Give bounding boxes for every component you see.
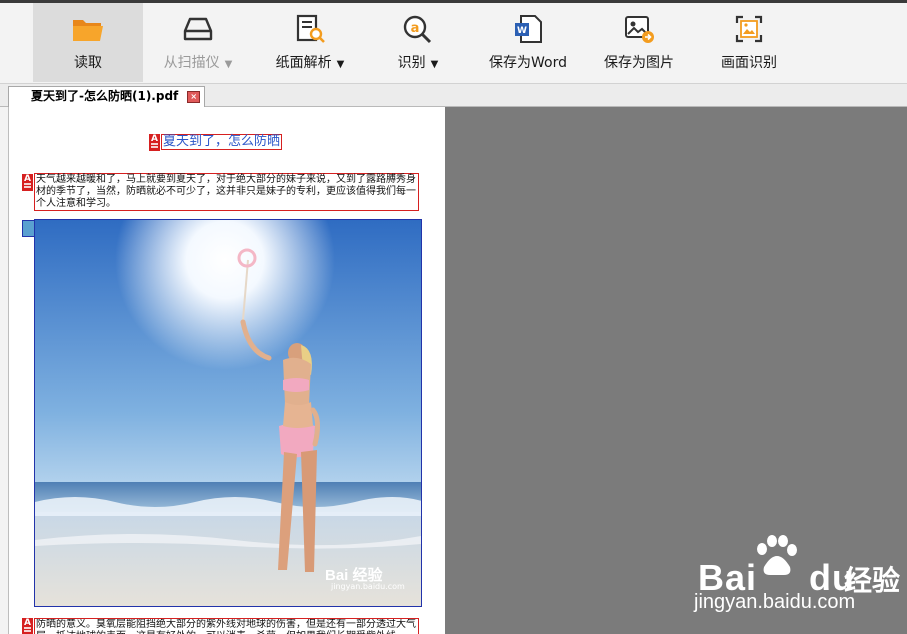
recognize-button[interactable]: a 识别 ▼: [383, 3, 453, 82]
document-search-icon: [293, 14, 327, 44]
text-block-marker-icon: A: [22, 174, 33, 191]
screen-recognize-button[interactable]: 画面识别: [712, 3, 786, 82]
paragraph-1[interactable]: 天气越来越暖和了，马上就要到夏天了，对于绝大部分的妹子来说，又到了露路膊秀身材的…: [34, 173, 419, 211]
svg-text:W: W: [517, 26, 527, 36]
document-tab[interactable]: 夏天到了-怎么防晒(1).pdf ×: [8, 86, 206, 107]
document-tab-title: 夏天到了-怎么防晒(1).pdf: [31, 89, 179, 103]
main-toolbar: 读取 从扫描仪 ▼ 纸面解析 ▼ a 识别 ▼ W 保存为Word 保存为图片 …: [0, 3, 907, 84]
save-word-label: 保存为Word: [489, 55, 567, 71]
folder-open-icon: [71, 14, 105, 44]
text-block-marker-icon: A: [149, 134, 160, 151]
save-word-button[interactable]: W 保存为Word: [483, 3, 573, 82]
scanner-icon: [181, 14, 215, 44]
paper-parse-label: 纸面解析 ▼: [275, 55, 345, 71]
baidu-jingyan-watermark: Bai du 经验 jingyan.baidu.com: [694, 535, 904, 634]
save-image-button[interactable]: 保存为图片: [597, 3, 681, 82]
document-tab-strip: 夏天到了-怎么防晒(1).pdf ×: [0, 84, 907, 107]
read-label: 读取: [74, 55, 102, 71]
svg-text:a: a: [411, 21, 420, 36]
scan-button[interactable]: 从扫描仪 ▼: [150, 3, 246, 82]
document-photo[interactable]: Bai 经验 jingyan.baidu.com: [34, 219, 422, 607]
beach-photo-image: [35, 220, 421, 606]
photo-watermark-url: jingyan.baidu.com: [331, 582, 405, 591]
save-image-label: 保存为图片: [604, 55, 674, 71]
word-icon: W: [511, 14, 545, 44]
ocr-magnifier-icon: a: [401, 14, 435, 44]
scan-label: 从扫描仪 ▼: [163, 55, 233, 71]
paragraph-2[interactable]: 防晒的意义。臭氧层能阻挡绝大部分的紫外线对地球的伤害，但是还有一部分透过大气层，…: [34, 618, 419, 634]
document-page: A 夏天到了，怎么防晒 A 天气越来越暖和了，马上就要到夏天了，对于绝大部分的妹…: [8, 107, 445, 634]
text-block-marker-icon: A: [22, 618, 33, 634]
document-title[interactable]: 夏天到了，怎么防晒: [161, 134, 283, 150]
paper-parse-button[interactable]: 纸面解析 ▼: [262, 3, 358, 82]
recognize-label: 识别 ▼: [397, 55, 439, 71]
screen-recognize-label: 画面识别: [721, 55, 777, 71]
read-button[interactable]: 读取: [33, 3, 143, 82]
image-export-icon: [622, 14, 656, 44]
close-tab-icon[interactable]: ×: [187, 91, 201, 103]
screen-capture-icon: [732, 14, 766, 44]
watermark-url: jingyan.baidu.com: [694, 591, 856, 613]
